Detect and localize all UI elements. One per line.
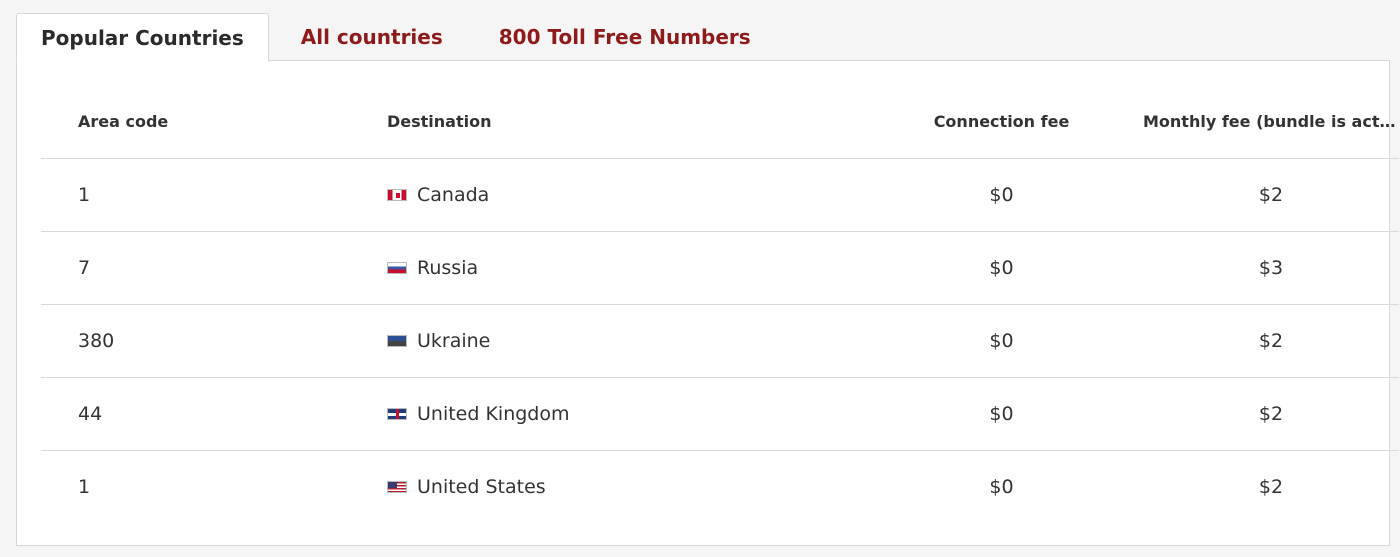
destination-cell: United Kingdom xyxy=(387,377,860,451)
us-flag-icon xyxy=(387,481,407,493)
connection-fee-cell: $0 xyxy=(860,377,1143,451)
destination-name: Canada xyxy=(417,184,490,206)
ukraine-flag-icon xyxy=(387,335,407,347)
area-code-cell: 380 xyxy=(41,304,387,378)
monthly-fee-cell: $3 xyxy=(1143,231,1399,305)
destination-name: Russia xyxy=(417,257,479,279)
tab-popular-countries[interactable]: Popular Countries xyxy=(16,13,269,62)
header-area-code: Area code xyxy=(41,85,387,159)
uk-flag-icon xyxy=(387,408,407,420)
area-code-cell: 1 xyxy=(41,158,387,232)
connection-fee-cell: $0 xyxy=(860,158,1143,232)
area-code-cell: 1 xyxy=(78,476,91,498)
rates-table: Area code Destination Connection fee Mon… xyxy=(41,85,1399,523)
table-row: 380 Ukraine $0 $2 xyxy=(41,304,1399,378)
table-header-row: Area code Destination Connection fee Mon… xyxy=(41,85,1399,159)
tab-panel: Area code Destination Connection fee Mon… xyxy=(16,60,1399,546)
connection-fee-cell: $0 xyxy=(860,231,1143,305)
connection-fee-cell: $0 xyxy=(989,476,1014,498)
tab-bar: Popular Countries All countries 800 Toll… xyxy=(16,13,775,62)
canada-flag-icon xyxy=(387,189,407,201)
destination-name: United Kingdom xyxy=(417,403,570,425)
monthly-fee-cell: $2 xyxy=(1258,476,1284,498)
tab-toll-free-numbers[interactable]: 800 Toll Free Numbers xyxy=(475,13,775,61)
russia-flag-icon xyxy=(387,262,407,274)
destination-cell: United States xyxy=(387,451,860,524)
header-monthly-fee: Monthly fee (bundle is active for ... xyxy=(1143,85,1399,159)
destination-cell: Canada xyxy=(387,158,860,232)
tab-all-countries[interactable]: All countries xyxy=(277,13,467,61)
destination-cell: Ukraine xyxy=(387,304,860,378)
table-row: 1 United States $0 $2 xyxy=(41,451,1399,524)
table-row: 7 Russia $0 $3 xyxy=(41,231,1399,305)
destination-cell: Russia xyxy=(387,231,860,305)
monthly-fee-cell: $2 xyxy=(1143,304,1399,378)
table-row: 44 United Kingdom $0 $2 xyxy=(41,377,1399,451)
table-row: 1 Canada $0 $2 xyxy=(41,158,1399,232)
area-code-cell: 44 xyxy=(41,377,387,451)
destination-name: Ukraine xyxy=(417,330,491,352)
connection-fee-cell: $0 xyxy=(860,304,1143,378)
header-destination: Destination xyxy=(387,85,860,159)
destination-name: United States xyxy=(417,476,546,498)
area-code-cell: 7 xyxy=(41,231,387,305)
monthly-fee-cell: $2 xyxy=(1143,377,1399,451)
monthly-fee-cell: $2 xyxy=(1143,158,1399,232)
header-connection-fee: Connection fee xyxy=(860,85,1143,159)
